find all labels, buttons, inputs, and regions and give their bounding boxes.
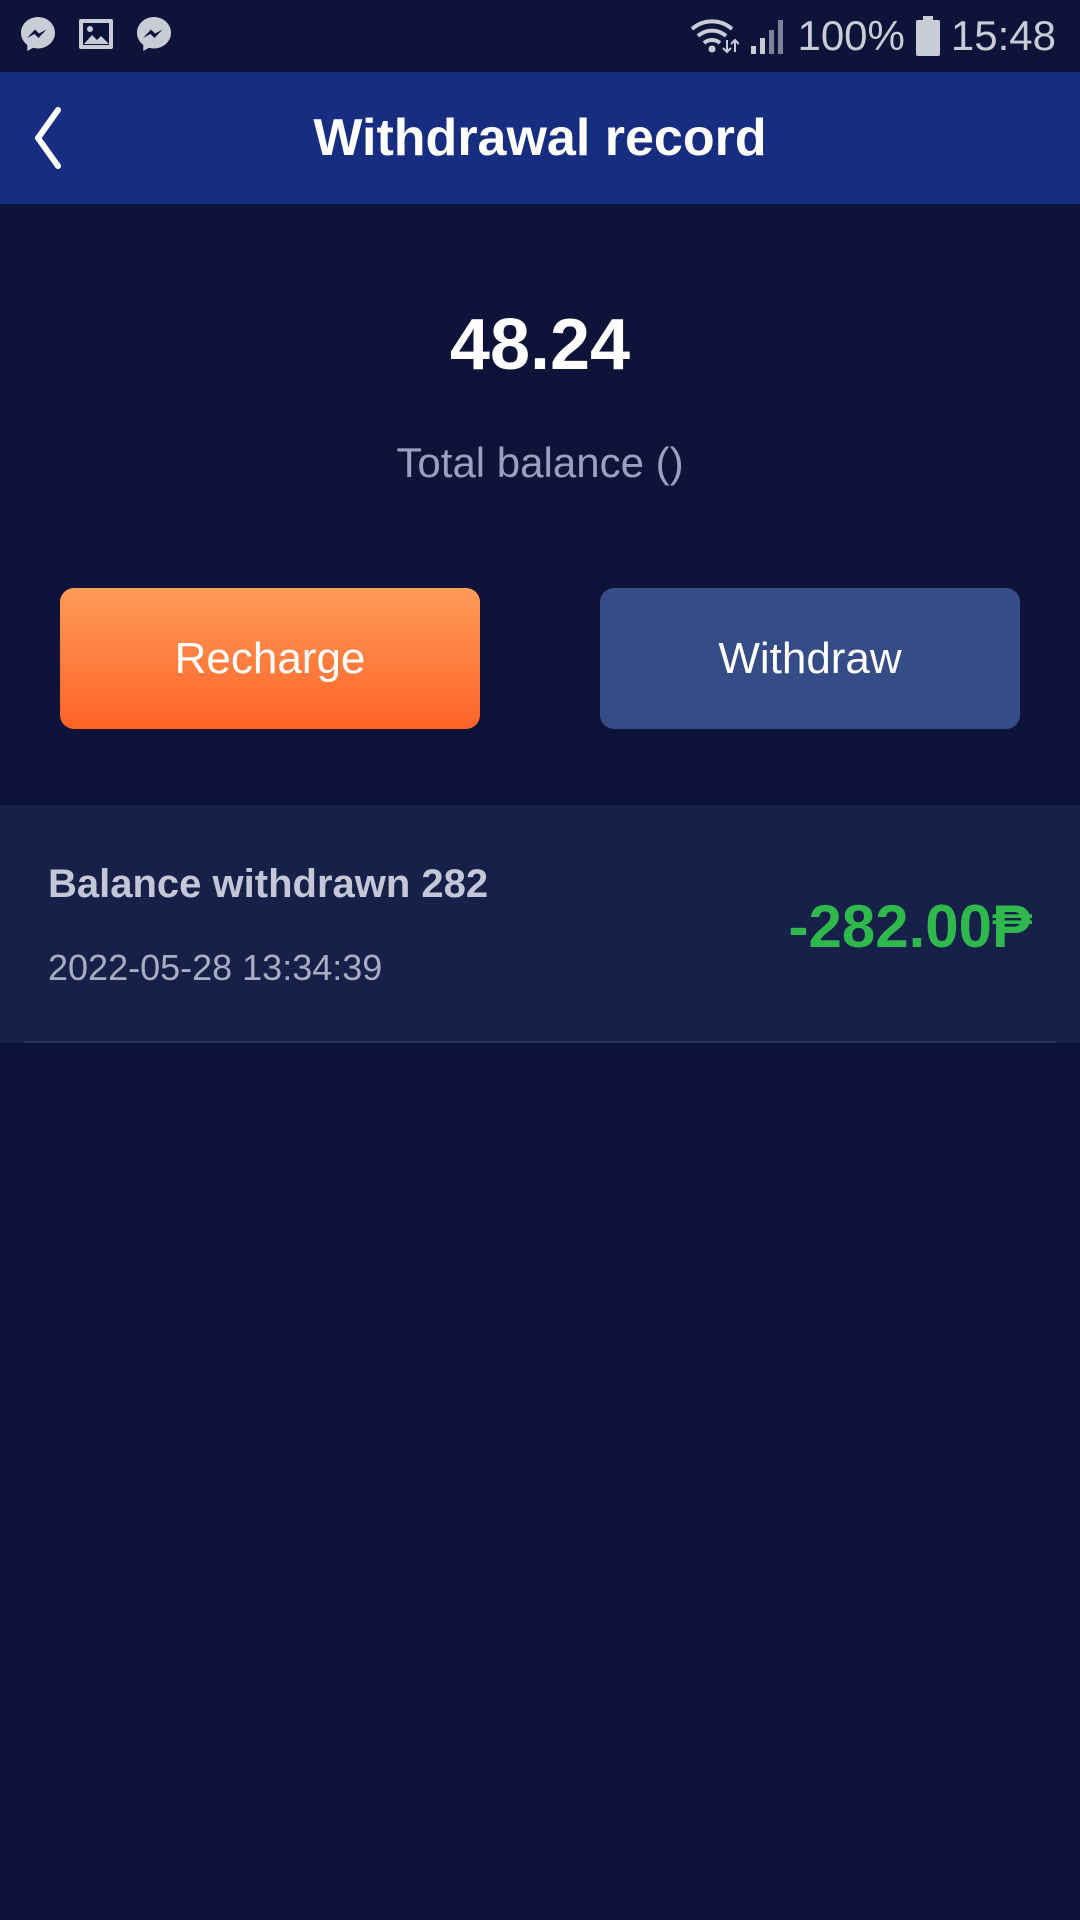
- back-button[interactable]: [28, 102, 100, 174]
- clock: 15:48: [950, 12, 1056, 59]
- signal-icon: [751, 20, 784, 54]
- list-item[interactable]: Balance withdrawn 282 2022-05-28 13:34:3…: [0, 805, 1080, 1043]
- messenger-icon: [21, 17, 55, 51]
- balance-amount: 48.24: [449, 305, 631, 385]
- withdraw-button[interactable]: Withdraw: [600, 588, 1020, 729]
- notification-icons: [18, 14, 174, 54]
- record-date: 2022-05-28 13:34:39: [48, 947, 383, 988]
- balance-label: Total balance (): [396, 439, 684, 486]
- gallery-icon: [79, 19, 113, 49]
- battery-icon: [915, 16, 940, 56]
- withdraw-button-label: Withdraw: [718, 633, 902, 683]
- system-status: 100% 15:48: [689, 12, 1056, 60]
- page-title: Withdrawal record: [313, 109, 767, 167]
- divider: [24, 1041, 1056, 1043]
- record-title: Balance withdrawn 282: [48, 862, 489, 906]
- battery-percent: 100%: [797, 12, 905, 59]
- status-bar: 100% 15:48: [0, 0, 1080, 72]
- wifi-icon: [691, 19, 740, 54]
- chevron-left-icon: [35, 107, 61, 169]
- recharge-button-label: Recharge: [174, 633, 366, 683]
- recharge-button[interactable]: Recharge: [60, 588, 480, 729]
- messenger-icon: [137, 17, 171, 51]
- record-amount: -282.00₱: [788, 893, 1032, 960]
- app-header: Withdrawal record: [0, 72, 1080, 204]
